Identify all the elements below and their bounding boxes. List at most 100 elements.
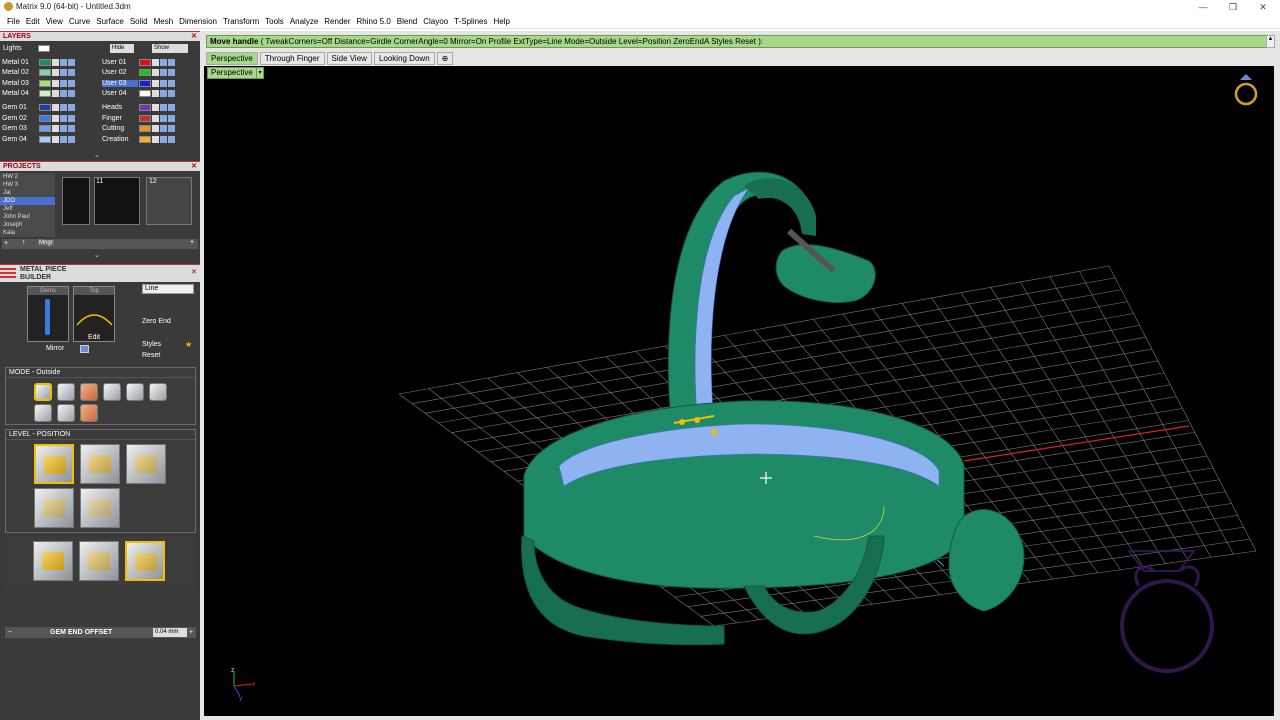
lock-icon[interactable] <box>52 135 59 143</box>
layer-name[interactable]: Gem 02 <box>2 115 38 122</box>
project-item[interactable]: HW 3 <box>0 181 55 189</box>
close-icon[interactable]: ✕ <box>191 268 197 276</box>
close-icon[interactable]: ✕ <box>191 32 197 42</box>
mode-block-icon[interactable] <box>80 404 98 422</box>
mode-inside-icon[interactable] <box>57 383 75 401</box>
layer-color-swatch[interactable] <box>39 114 51 122</box>
menu-clayoo[interactable]: Clayoo <box>420 15 451 28</box>
project-thumbnail[interactable] <box>62 177 90 225</box>
lock-icon[interactable] <box>52 69 59 77</box>
layer-row[interactable]: Metal 02 <box>2 68 75 78</box>
layer-color-swatch[interactable] <box>39 69 51 77</box>
select-icon[interactable] <box>168 114 175 122</box>
layer-name[interactable]: User 04 <box>102 90 138 97</box>
layer-name[interactable]: Metal 04 <box>2 90 38 97</box>
layer-name[interactable]: Creation <box>102 136 138 143</box>
layer-name[interactable]: Metal 03 <box>2 80 38 87</box>
layer-name[interactable]: Finger <box>102 115 138 122</box>
lock-icon[interactable] <box>152 135 159 143</box>
gems-preview[interactable]: Gems <box>27 286 69 342</box>
close-button[interactable]: ✕ <box>1256 1 1270 13</box>
command-bar[interactable]: Move handle ( TweakCorners=Off Distance=… <box>206 35 1274 48</box>
menu-t-splines[interactable]: T-Splines <box>451 15 490 28</box>
position-height-icon[interactable] <box>126 444 166 484</box>
menu-view[interactable]: View <box>43 15 66 28</box>
select-icon[interactable] <box>168 58 175 66</box>
layer-row[interactable]: Metal 03 <box>2 78 75 88</box>
minimize-button[interactable]: — <box>1196 1 1210 13</box>
layer-name[interactable]: Metal 02 <box>2 69 38 76</box>
lock-icon[interactable] <box>152 114 159 122</box>
hide-button[interactable]: Hide <box>110 44 134 53</box>
eye-icon[interactable] <box>160 103 167 111</box>
menu-tools[interactable]: Tools <box>262 15 287 28</box>
layer-name[interactable]: User 03 <box>102 79 138 87</box>
chevron-down-icon[interactable]: ▾ <box>256 67 264 79</box>
lock-icon[interactable] <box>152 58 159 66</box>
reset-option[interactable]: Reset <box>142 352 160 359</box>
scroll-icon[interactable]: ▲ <box>1266 35 1275 48</box>
layer-color-swatch[interactable] <box>139 79 151 87</box>
project-item[interactable]: Joseph <box>0 221 55 229</box>
project-item[interactable]: HW 2 <box>0 173 55 181</box>
menu-rhino-5-0[interactable]: Rhino 5.0 <box>354 15 394 28</box>
layer-row[interactable]: Metal 04 <box>2 89 75 99</box>
layer-row[interactable]: Gem 04 <box>2 134 75 144</box>
edit-button[interactable]: Edit <box>73 334 115 341</box>
eye-icon[interactable] <box>60 114 67 122</box>
add-icon[interactable]: + <box>4 240 8 247</box>
lock-icon[interactable] <box>152 90 159 98</box>
menu-curve[interactable]: Curve <box>66 15 93 28</box>
lock-icon[interactable] <box>52 103 59 111</box>
restore-button[interactable]: ❐ <box>1226 1 1240 13</box>
layer-color-swatch[interactable] <box>139 125 151 133</box>
eye-icon[interactable] <box>160 125 167 133</box>
show-button[interactable]: Show <box>152 44 188 53</box>
select-icon[interactable] <box>68 58 75 66</box>
tab-perspective[interactable]: Perspective <box>206 52 258 65</box>
lights-swatch[interactable] <box>38 45 50 52</box>
scene[interactable]: z x y <box>204 66 1274 716</box>
increment-icon[interactable]: + <box>189 627 193 638</box>
styles-option[interactable]: Styles <box>142 341 161 348</box>
project-item[interactable]: Jeff <box>0 205 55 213</box>
tab-looking-down[interactable]: Looking Down <box>373 52 435 65</box>
select-icon[interactable] <box>168 103 175 111</box>
mode-profile-icon[interactable] <box>80 383 98 401</box>
select-icon[interactable] <box>68 69 75 77</box>
menu-dimension[interactable]: Dimension <box>176 15 220 28</box>
layer-color-swatch[interactable] <box>39 58 51 66</box>
select-icon[interactable] <box>68 135 75 143</box>
layer-row[interactable]: Cutting <box>102 124 175 134</box>
tab-side-view[interactable]: Side View <box>326 52 372 65</box>
layer-row[interactable]: User 01 <box>102 57 175 67</box>
mode-loop-icon[interactable] <box>34 404 52 422</box>
layer-row[interactable]: Heads <box>102 102 175 112</box>
end-taper-icon[interactable] <box>79 541 119 581</box>
finger-cap-bottom[interactable] <box>948 509 1025 612</box>
layer-color-swatch[interactable] <box>39 79 51 87</box>
project-item[interactable]: Kaia <box>0 229 55 237</box>
3d-viewport[interactable]: z x y <box>204 66 1274 716</box>
layer-row[interactable]: User 04 <box>102 89 175 99</box>
decrement-icon[interactable]: − <box>8 627 12 638</box>
layer-name[interactable]: Gem 03 <box>2 125 38 132</box>
end-offset-icon[interactable] <box>125 541 165 581</box>
menu-solid[interactable]: Solid <box>127 15 151 28</box>
select-icon[interactable] <box>68 114 75 122</box>
collapse-icon[interactable]: ⌄ <box>94 251 100 259</box>
project-item[interactable]: John Paul <box>0 213 55 221</box>
end-flat-icon[interactable] <box>33 541 73 581</box>
add-view-icon[interactable]: ⊕ <box>436 52 454 65</box>
menu-blend[interactable]: Blend <box>394 15 420 28</box>
menu-transform[interactable]: Transform <box>220 15 262 28</box>
layer-name[interactable]: Gem 04 <box>2 136 38 143</box>
horizontal-ring[interactable] <box>521 400 965 646</box>
tab-through-finger[interactable]: Through Finger <box>259 52 325 65</box>
lock-icon[interactable] <box>152 69 159 77</box>
eye-icon[interactable] <box>160 79 167 87</box>
up-icon[interactable]: ↑ <box>22 239 26 246</box>
lock-icon[interactable] <box>52 114 59 122</box>
layer-color-swatch[interactable] <box>139 69 151 77</box>
layer-row[interactable]: Creation <box>102 134 175 144</box>
